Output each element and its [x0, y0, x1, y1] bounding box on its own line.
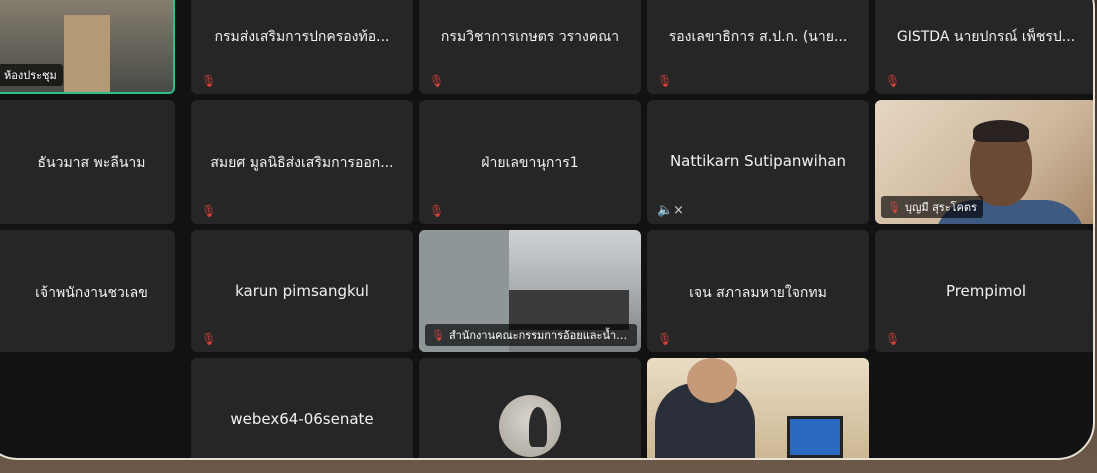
mic-muted-icon: 🎙︎: [657, 332, 673, 346]
participant-name: webex64-06senate: [230, 410, 374, 428]
participant-tile[interactable]: Prempimol 🎙︎: [875, 230, 1093, 352]
participant-tile[interactable]: เจ้าพนักงานชวเลข: [0, 230, 175, 352]
participant-name: เจ้าพนักงานชวเลข: [35, 285, 148, 301]
participant-name: เจน สภาลมหายใจกทม: [689, 285, 827, 301]
participant-tile[interactable]: karun pimsangkul 🎙︎: [191, 230, 413, 352]
participant-tile[interactable]: ฝ่ายเลขานุการ1 🎙︎: [419, 100, 641, 224]
participant-label-text: บุญมี สุระโคตร: [904, 201, 977, 214]
participant-tile[interactable]: Nattikarn Sutipanwihan 🔈×: [647, 100, 869, 224]
mic-muted-icon: 🎙︎: [657, 74, 673, 88]
participant-tile[interactable]: ธันวมาส พะลีนาม: [0, 100, 175, 224]
participant-name: Nattikarn Sutipanwihan: [669, 152, 847, 170]
participant-name: รองเลขาธิการ ส.ป.ก. (นาย...: [668, 29, 848, 45]
participant-tile-video[interactable]: 🎙︎ บุญมี สุระโคตร: [875, 100, 1093, 224]
mic-muted-icon: 🎙︎: [201, 74, 217, 88]
participant-name: กรมส่งเสริมการปกครองท้อ...: [214, 29, 390, 45]
mic-muted-icon: 🎙︎: [201, 204, 217, 218]
video-feed-head: [687, 358, 737, 403]
participant-name: สมยศ มูลนิธิส่งเสริมการออก...: [210, 155, 394, 171]
participant-tile[interactable]: webex64-06senate: [191, 358, 413, 458]
participant-tile[interactable]: กรมส่งเสริมการปกครองท้อ... 🎙︎: [191, 0, 413, 94]
participant-label-text: สำนักงานคณะกรรมการอ้อยและน้ำต...: [448, 329, 634, 342]
participant-tile[interactable]: สมยศ มูลนิธิส่งเสริมการออก... 🎙︎: [191, 100, 413, 224]
mic-muted-icon: 🎙︎: [201, 332, 217, 346]
mic-muted-icon: 🎙︎: [885, 332, 901, 346]
video-feed: [64, 15, 110, 92]
participant-tile-avatar[interactable]: [419, 358, 641, 458]
mic-muted-icon: 🎙︎: [431, 329, 445, 342]
participant-name: กรมวิชาการเกษตร วรางคณา: [440, 29, 620, 45]
participant-label: 🎙︎ สำนักงานคณะกรรมการอ้อยและน้ำต...: [425, 324, 637, 346]
participant-name: ธันวมาส พะลีนาม: [37, 155, 146, 171]
cat-photo-icon: [529, 407, 547, 447]
participant-tile-video[interactable]: 🎙︎ สำนักงานคณะกรรมการอ้อยและน้ำต...: [419, 230, 641, 352]
participant-label: ห้องประชุม: [0, 64, 63, 86]
participant-name: GISTDA นายปกรณ์ เพ็ชรป...: [896, 29, 1076, 45]
mic-muted-icon: 🎙︎: [429, 204, 445, 218]
avatar: [499, 395, 561, 457]
mic-muted-icon: 🎙︎: [887, 201, 901, 214]
participant-tile-room[interactable]: ห้องประชุม: [0, 0, 175, 94]
video-feed-hair: [973, 120, 1029, 142]
participant-tile[interactable]: เจน สภาลมหายใจกทม 🎙︎: [647, 230, 869, 352]
speaker-muted-icon: 🔈×: [657, 203, 685, 218]
video-feed-monitor: [787, 416, 843, 458]
participant-tile-video[interactable]: [647, 358, 869, 458]
mic-muted-icon: 🎙︎: [429, 74, 445, 88]
participant-tile[interactable]: กรมวิชาการเกษตร วรางคณา 🎙︎: [419, 0, 641, 94]
participant-tile[interactable]: รองเลขาธิการ ส.ป.ก. (นาย... 🎙︎: [647, 0, 869, 94]
participant-label: 🎙︎ บุญมี สุระโคตร: [881, 196, 983, 218]
participant-name: Prempimol: [945, 282, 1027, 300]
meeting-window: ห้องประชุม กรมส่งเสริมการปกครองท้อ... 🎙︎…: [0, 0, 1095, 460]
mic-muted-icon: 🎙︎: [885, 74, 901, 88]
participant-tile[interactable]: GISTDA นายปกรณ์ เพ็ชรป... 🎙︎: [875, 0, 1093, 94]
participant-name: ฝ่ายเลขานุการ1: [481, 155, 579, 171]
participant-name: karun pimsangkul: [235, 282, 369, 300]
